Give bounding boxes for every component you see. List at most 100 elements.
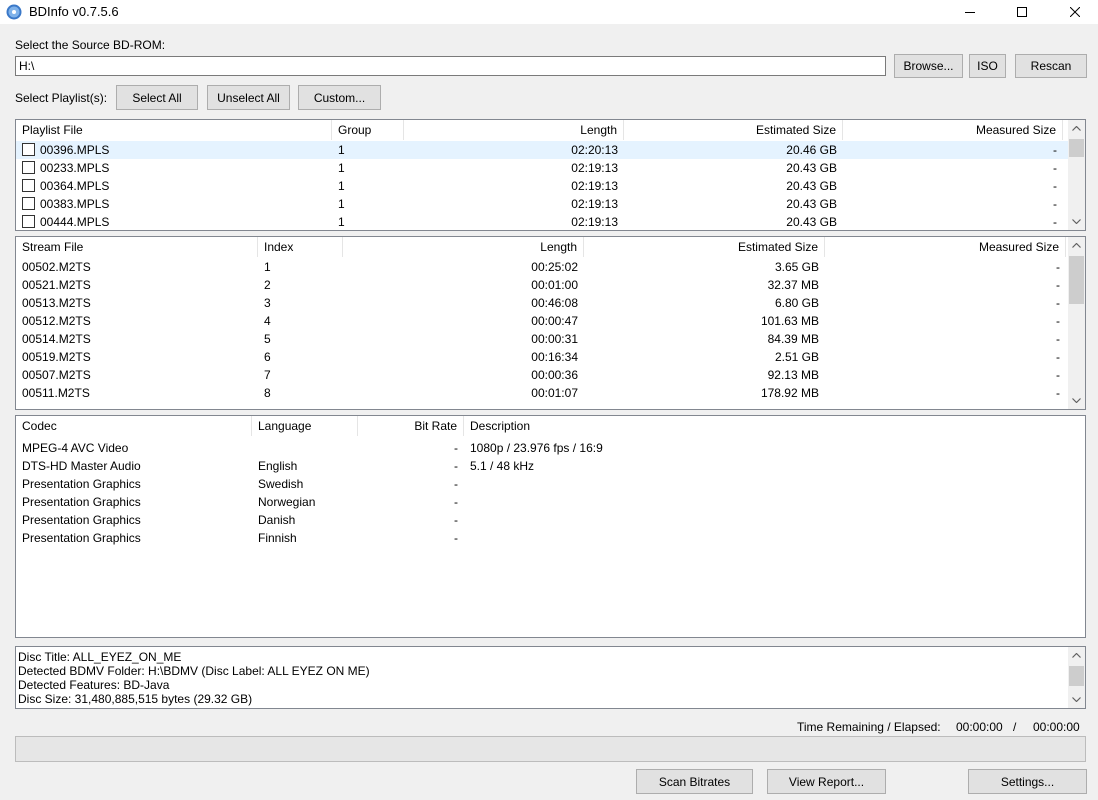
view-report-button[interactable]: View Report... [767,769,886,794]
scroll-thumb[interactable] [1069,666,1084,686]
stream-row[interactable]: 00514.M2TS 5 00:00:31 84.39 MB - [16,330,1085,348]
playlist-measured-size: - [1053,143,1057,157]
codec-language: English [258,459,298,473]
col-length[interactable]: Length [404,120,624,140]
stream-file: 00512.M2TS [22,314,91,328]
playlist-row[interactable]: 00444.MPLS 1 02:19:13 20.43 GB - [16,213,1085,230]
stream-list[interactable]: Stream File Index Length Estimated Size … [15,236,1086,410]
stream-row[interactable]: 00519.M2TS 6 00:16:34 2.51 GB - [16,348,1085,366]
codec-language: Norwegian [258,495,316,509]
maximize-button[interactable] [999,0,1045,24]
col-length[interactable]: Length [343,237,584,257]
col-playlist-file[interactable]: Playlist File [16,120,332,140]
playlist-group: 1 [338,179,345,193]
stream-index: 8 [264,386,271,400]
codec-name: Presentation Graphics [22,477,141,491]
col-bit-rate[interactable]: Bit Rate [358,416,464,436]
codec-bit-rate: - [454,477,458,491]
close-icon [1070,7,1080,17]
stream-scrollbar[interactable] [1068,237,1085,409]
col-language[interactable]: Language [252,416,358,436]
stream-row[interactable]: 00511.M2TS 8 00:01:07 178.92 MB - [16,384,1085,402]
scroll-down-icon[interactable] [1068,213,1085,230]
codec-row[interactable]: Presentation Graphics Norwegian - [16,493,1085,511]
col-estimated-size[interactable]: Estimated Size [624,120,843,140]
settings-button[interactable]: Settings... [968,769,1087,794]
playlist-row[interactable]: 00383.MPLS 1 02:19:13 20.43 GB - [16,195,1085,213]
stream-length: 00:25:02 [531,260,578,274]
scroll-thumb[interactable] [1069,256,1084,304]
codec-bit-rate: - [454,513,458,527]
col-description[interactable]: Description [464,416,1085,436]
codec-list[interactable]: Codec Language Bit Rate Description MPEG… [15,415,1086,638]
window-title: BDInfo v0.7.5.6 [29,4,119,19]
info-scrollbar[interactable] [1068,647,1085,708]
stream-estimated-size: 32.37 MB [767,278,819,292]
scroll-up-icon[interactable] [1068,647,1085,664]
playlist-group: 1 [338,161,345,175]
scroll-thumb[interactable] [1069,139,1084,157]
source-label: Select the Source BD-ROM: [15,38,166,52]
select-playlists-label: Select Playlist(s): [15,91,108,105]
stream-estimated-size: 6.80 GB [774,296,819,310]
stream-row[interactable]: 00507.M2TS 7 00:00:36 92.13 MB - [16,366,1085,384]
close-button[interactable] [1052,0,1098,24]
stream-index: 3 [264,296,271,310]
stream-measured-size: - [1056,260,1060,274]
codec-language [252,439,358,457]
playlist-estimated-size: 20.43 GB [786,215,837,229]
playlist-file: 00444.MPLS [40,215,110,229]
source-path-input[interactable] [15,56,886,76]
custom-button[interactable]: Custom... [298,85,381,110]
codec-row[interactable]: Presentation Graphics Finnish - [16,529,1085,547]
iso-button[interactable]: ISO [969,54,1006,78]
playlist-row[interactable]: 00233.MPLS 1 02:19:13 20.43 GB - [16,159,1085,177]
browse-button[interactable]: Browse... [894,54,963,78]
stream-length: 00:46:08 [531,296,578,310]
col-group[interactable]: Group [332,120,404,140]
playlist-length: 02:20:13 [571,143,618,157]
stream-measured-size: - [1056,314,1060,328]
stream-index: 7 [264,368,271,382]
scan-bitrates-button[interactable]: Scan Bitrates [636,769,753,794]
col-estimated-size[interactable]: Estimated Size [584,237,825,257]
disc-info-box[interactable]: Disc Title: ALL_EYEZ_ON_ME Detected BDMV… [15,646,1086,709]
scroll-down-icon[interactable] [1068,392,1085,409]
codec-row[interactable]: Presentation Graphics Swedish - [16,475,1085,493]
codec-description: 1080p / 23.976 fps / 16:9 [470,441,603,455]
playlist-row[interactable]: 00396.MPLS 1 02:20:13 20.46 GB - [16,141,1085,159]
codec-row[interactable]: DTS-HD Master Audio English -5.1 / 48 kHz [16,457,1085,475]
col-stream-file[interactable]: Stream File [16,237,258,257]
playlist-list[interactable]: Playlist File Group Length Estimated Siz… [15,119,1086,231]
playlist-estimated-size: 20.43 GB [786,197,837,211]
playlist-row[interactable]: 00364.MPLS 1 02:19:13 20.43 GB - [16,177,1085,195]
unselect-all-button[interactable]: Unselect All [207,85,290,110]
stream-row[interactable]: 00521.M2TS 2 00:01:00 32.37 MB - [16,276,1085,294]
playlist-length: 02:19:13 [571,161,618,175]
codec-description [464,475,1064,493]
minimize-button[interactable] [947,0,993,24]
col-measured-size[interactable]: Measured Size [825,237,1066,257]
select-all-button[interactable]: Select All [116,85,198,110]
col-codec[interactable]: Codec [16,416,252,436]
stream-row[interactable]: 00502.M2TS 1 00:25:02 3.65 GB - [16,258,1085,276]
maximize-icon [1017,7,1027,17]
scroll-up-icon[interactable] [1068,120,1085,137]
playlist-length: 02:19:13 [571,197,618,211]
stream-row[interactable]: 00513.M2TS 3 00:46:08 6.80 GB - [16,294,1085,312]
codec-row[interactable]: MPEG-4 AVC Video -1080p / 23.976 fps / 16… [16,439,1085,457]
codec-bit-rate: - [454,495,458,509]
disc-size-line: Disc Size: 31,480,885,515 bytes (29.32 G… [18,692,253,706]
playlist-scrollbar[interactable] [1068,120,1085,230]
col-index[interactable]: Index [258,237,343,257]
stream-row[interactable]: 00512.M2TS 4 00:00:47 101.63 MB - [16,312,1085,330]
stream-length: 00:00:36 [531,368,578,382]
col-measured-size[interactable]: Measured Size [843,120,1063,140]
scroll-up-icon[interactable] [1068,237,1085,254]
codec-row[interactable]: Presentation Graphics Danish - [16,511,1085,529]
codec-name: Presentation Graphics [22,531,141,545]
playlist-length: 02:19:13 [571,215,618,229]
scroll-down-icon[interactable] [1068,691,1085,708]
playlist-length: 02:19:13 [571,179,618,193]
rescan-button[interactable]: Rescan [1015,54,1087,78]
